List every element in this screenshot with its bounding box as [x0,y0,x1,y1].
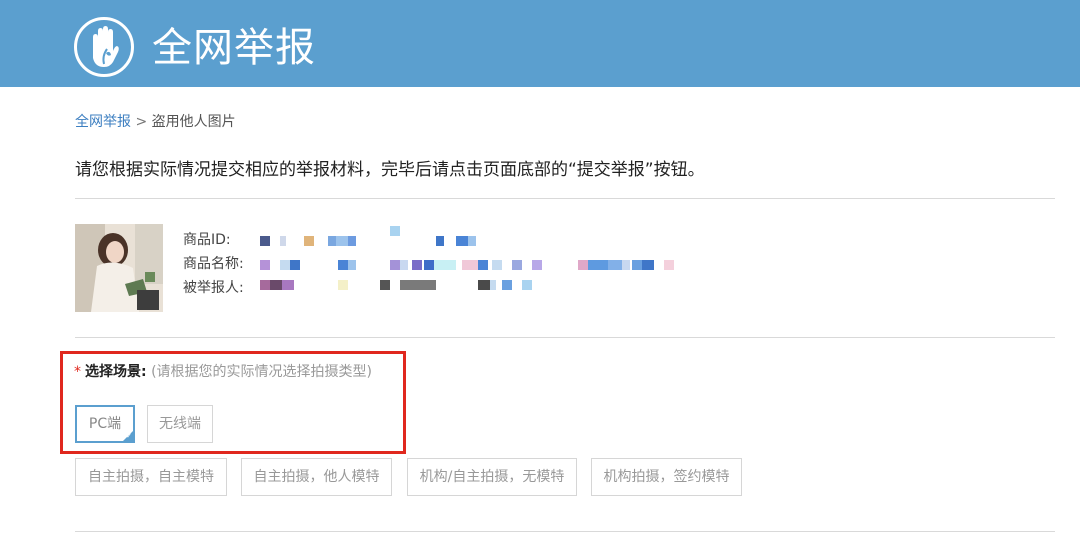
scene-label: * 选择场景: (请根据您的实际情况选择拍摄类型) [74,362,372,382]
platform-pc-button[interactable]: PC端 ✓ [75,405,135,443]
divider [75,531,1055,532]
product-name-label: 商品名称: [183,256,244,272]
platform-wireless-label: 无线端 [159,416,201,432]
hand-leaf-icon [74,17,134,77]
scene-label-text: 选择场景: [85,364,147,380]
shoot-type-agency-contract-button[interactable]: 机构拍摄，签约模特 [591,458,742,496]
breadcrumb-home-link[interactable]: 全网举报 [75,114,131,130]
required-mark: * [74,364,81,380]
divider [75,337,1055,338]
divider [75,198,1055,199]
shoot-type-self-other-button[interactable]: 自主拍摄，他人模特 [241,458,392,496]
shoot-type-label: 机构/自主拍摄，无模特 [419,469,565,485]
site-header: 全网举报 [0,0,1080,87]
product-thumbnail [75,224,163,312]
product-id-label: 商品ID: [183,232,231,248]
shoot-type-self-self-button[interactable]: 自主拍摄，自主模特 [75,458,227,496]
redacted-product-info [258,222,698,294]
shoot-type-label: 自主拍摄，自主模特 [88,469,214,485]
breadcrumb-separator: > [135,114,148,130]
platform-wireless-button[interactable]: 无线端 [147,405,213,443]
product-info-labels: 商品ID: 商品名称: 被举报人: [183,230,244,302]
shoot-type-label: 自主拍摄，他人模特 [253,469,380,485]
check-icon: ✓ [126,432,132,440]
scene-hint: (请根据您的实际情况选择拍摄类型) [151,364,372,380]
instruction-text: 请您根据实际情况提交相应的举报材料，完毕后请点击页面底部的“提交举报”按钮。 [75,160,705,180]
breadcrumb: 全网举报 > 盗用他人图片 [75,112,236,132]
platform-pc-label: PC端 [88,416,122,432]
shoot-type-agency-no-model-button[interactable]: 机构/自主拍摄，无模特 [407,458,577,496]
shoot-type-label: 机构拍摄，签约模特 [603,469,730,485]
breadcrumb-current: 盗用他人图片 [151,114,236,130]
reported-user-label: 被举报人: [183,280,244,296]
page-title: 全网举报 [152,25,316,71]
